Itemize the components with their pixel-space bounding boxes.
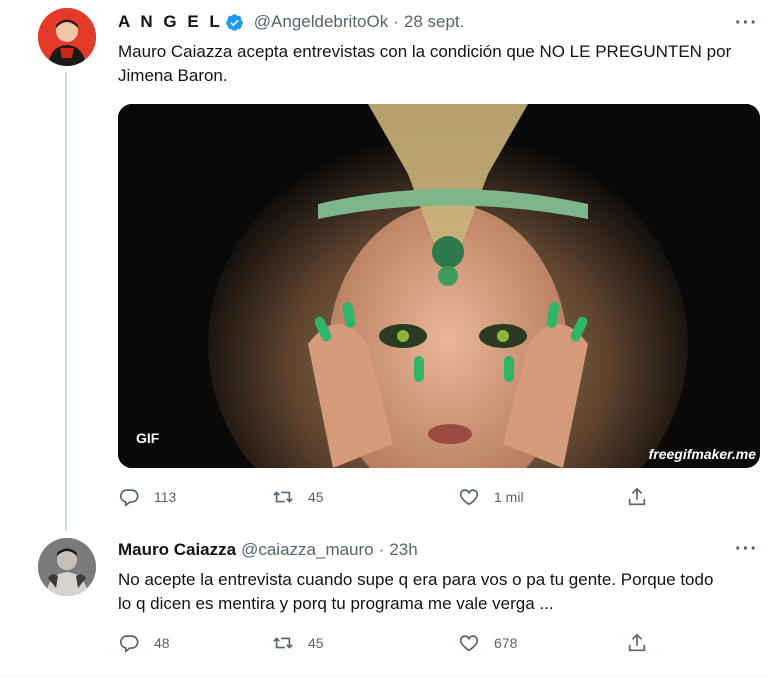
share-button[interactable] [626, 486, 662, 508]
retweet-button[interactable]: 45 [272, 632, 324, 654]
retweet-count: 45 [308, 635, 324, 651]
like-button[interactable]: 1 mil [458, 486, 524, 508]
reply-button[interactable]: 48 [118, 632, 170, 654]
reply-icon [119, 635, 139, 653]
heart-icon [459, 635, 479, 652]
tweet-header: Mauro Caiazza @caiazza_mauro · 23h [118, 540, 418, 560]
tweet-actions: 113 45 1 mil [118, 486, 658, 510]
tweet-actions: 48 45 678 [118, 632, 658, 656]
share-button[interactable] [626, 632, 662, 654]
thread-connector-line [65, 72, 67, 530]
tweet-angel[interactable]: A N G E L @AngeldebritoOk · 28 sept. ···… [0, 0, 768, 530]
user-handle[interactable]: @caiazza_mauro [241, 540, 374, 560]
like-button[interactable]: 678 [458, 632, 517, 654]
tweet-mauro[interactable]: Mauro Caiazza @caiazza_mauro · 23h ··· N… [0, 526, 768, 676]
more-horizontal-icon[interactable]: ··· [735, 538, 758, 561]
separator-dot: · [393, 12, 399, 31]
like-count: 678 [494, 635, 518, 651]
gif-frame-image [118, 104, 760, 468]
verified-badge-icon [225, 13, 243, 31]
share-icon [628, 633, 646, 652]
retweet-icon [273, 637, 293, 649]
timestamp[interactable]: 28 sept. [404, 12, 465, 32]
share-icon [628, 487, 646, 506]
reply-count: 48 [154, 635, 170, 651]
retweet-count: 45 [308, 489, 324, 505]
avatar[interactable] [38, 538, 96, 596]
reply-icon [119, 489, 139, 507]
reply-count: 113 [154, 489, 177, 505]
separator-dot: · [378, 540, 385, 559]
retweet-button[interactable]: 45 [272, 486, 324, 508]
gif-watermark: freegifmaker.me [648, 446, 756, 462]
avatar-image [38, 8, 96, 66]
like-count: 1 mil [494, 489, 524, 505]
timestamp[interactable]: 23h [389, 540, 417, 560]
avatar-image [38, 538, 96, 596]
user-handle[interactable]: @AngeldebritoOk [254, 12, 388, 32]
more-horizontal-icon[interactable]: ··· [735, 12, 758, 35]
display-name[interactable]: A N G E L [118, 12, 223, 32]
retweet-icon [273, 491, 293, 503]
gif-media[interactable]: GIF freegifmaker.me [118, 104, 760, 468]
reply-button[interactable]: 113 [118, 486, 176, 508]
gif-badge: GIF [136, 430, 160, 446]
heart-icon [459, 489, 479, 506]
divider [0, 675, 768, 676]
tweet-header: A N G E L @AngeldebritoOk · 28 sept. [118, 12, 464, 32]
avatar[interactable] [38, 8, 96, 66]
tweet-text: Mauro Caiazza acepta entrevistas con la … [118, 42, 732, 85]
tweet-text: No acepte la entrevista cuando supe q er… [118, 570, 714, 613]
display-name[interactable]: Mauro Caiazza [118, 540, 236, 560]
